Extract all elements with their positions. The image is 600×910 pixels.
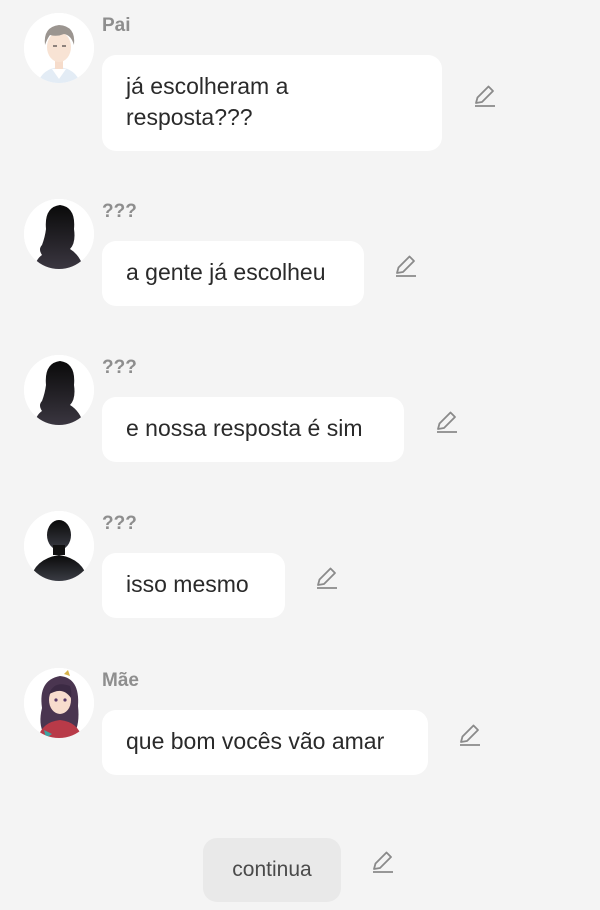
message-bubble: que bom vocês vão amar	[102, 710, 428, 775]
message-bubble: já escolheram a resposta???	[102, 55, 442, 151]
message-bubble: isso mesmo	[102, 553, 285, 618]
unknown-male-silhouette-avatar	[24, 511, 94, 581]
unknown-silhouette-avatar	[24, 199, 94, 269]
sender-name: ???	[102, 201, 137, 222]
unknown-silhouette-avatar	[24, 355, 94, 425]
sender-name: ???	[102, 357, 137, 378]
mother-avatar	[24, 668, 94, 738]
sender-name: ???	[102, 513, 137, 534]
pencil-icon[interactable]	[434, 409, 460, 435]
message-bubble: e nossa resposta é sim	[102, 397, 404, 462]
pencil-icon[interactable]	[370, 849, 396, 875]
sender-name: Mãe	[102, 670, 139, 691]
pencil-icon[interactable]	[472, 83, 498, 109]
sender-name: Pai	[102, 15, 131, 36]
pencil-icon[interactable]	[314, 565, 340, 591]
message-bubble: a gente já escolheu	[102, 241, 364, 306]
pencil-icon[interactable]	[393, 253, 419, 279]
pencil-icon[interactable]	[457, 722, 483, 748]
continue-button[interactable]: continua	[203, 838, 341, 902]
father-avatar	[24, 13, 94, 83]
